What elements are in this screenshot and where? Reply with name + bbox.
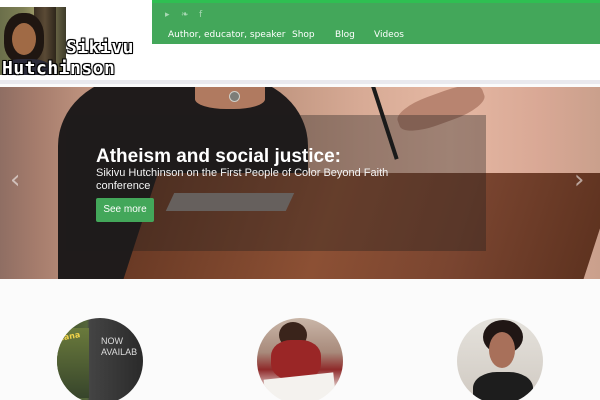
twitter-icon[interactable]: ❧ [181, 10, 189, 20]
logo-last-name: Hutchinson [2, 58, 116, 79]
logo-first-name: Sikivu [66, 37, 135, 58]
features-section: cana NOW AVAILAB [0, 279, 600, 400]
site-header: Sikivu Hutchinson ▸ ❧ f Author, educator… [0, 0, 600, 84]
nav-item-about[interactable]: Author, educator, speaker [168, 30, 285, 40]
hero-carousel: Atheism and social justice: Sikivu Hutch… [0, 87, 600, 279]
nav-item-videos[interactable]: Videos [374, 30, 404, 40]
feature-teaching-image[interactable] [257, 318, 343, 400]
header-divider [0, 80, 600, 84]
carousel-prev-icon[interactable]: ‹ [10, 165, 20, 195]
rss-icon[interactable]: ▸ [165, 10, 170, 20]
see-more-button[interactable]: See more [96, 198, 154, 222]
feature-book-image[interactable]: cana NOW AVAILAB [57, 318, 143, 400]
nav-item-blog[interactable]: Blog [335, 30, 355, 40]
facebook-icon[interactable]: f [199, 10, 202, 20]
page: Sikivu Hutchinson ▸ ❧ f Author, educator… [0, 0, 600, 400]
site-logo[interactable]: Sikivu Hutchinson [0, 0, 152, 80]
hero-subtitle: Sikivu Hutchinson on the First People of… [96, 167, 389, 192]
carousel-next-icon[interactable]: › [574, 165, 584, 195]
nav-item-shop[interactable]: Shop [292, 30, 315, 40]
main-navbar: ▸ ❧ f Author, educator, speaker Shop Blo… [152, 0, 600, 44]
feature-portrait-image[interactable] [457, 318, 543, 400]
necklace-pendant [229, 91, 240, 102]
hero-title: Atheism and social justice: [96, 146, 341, 167]
now-available-text: NOW AVAILAB [101, 336, 138, 357]
